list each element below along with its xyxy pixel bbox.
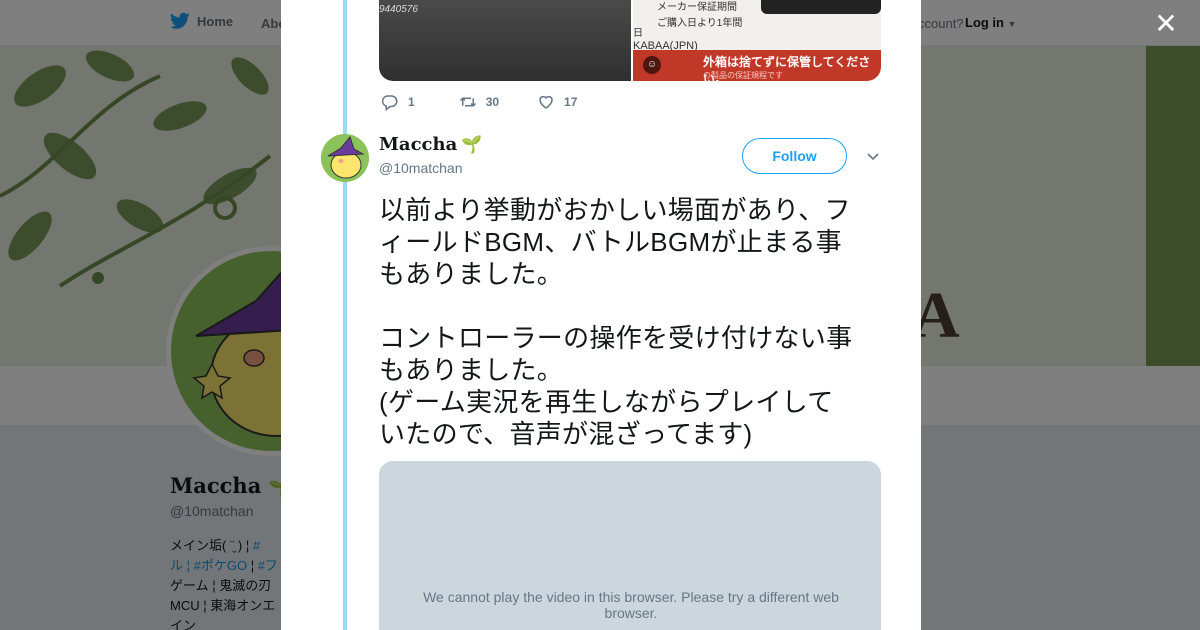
like-button[interactable]: 17 <box>537 93 577 111</box>
photo-caption: 9440576 <box>379 4 418 15</box>
video-player[interactable]: We cannot play the video in this browser… <box>379 461 881 630</box>
tweet-text-line: (ゲーム実況を再生しながらプレイして <box>379 387 834 417</box>
like-count: 17 <box>564 95 578 109</box>
heart-icon <box>539 95 553 109</box>
tweet-text-line: 以前より挙動がおかしい場面があり、フ <box>379 195 851 225</box>
photo-device-edge <box>761 0 881 14</box>
photo-small-text: の製品の保証規程です <box>703 71 783 80</box>
tweet-text-line: いたので、音声が混ざってます) <box>379 419 753 449</box>
video-error-message: We cannot play the video in this browser… <box>423 589 839 621</box>
photo-text: メーカー保証期間 <box>657 2 737 13</box>
retweet-count: 30 <box>485 95 500 109</box>
tweet-author-avatar[interactable] <box>321 134 369 182</box>
follow-button[interactable]: Follow <box>742 138 847 174</box>
reply-icon <box>381 95 398 111</box>
thread-connector-line <box>343 0 347 630</box>
media-photo-left[interactable]: 9440576 <box>379 0 631 81</box>
reply-count: 1 <box>408 95 415 109</box>
tweet-text-line: ィールドBGM、バトルBGMが止まる事 <box>379 227 842 257</box>
sprout-icon: 🌱 <box>461 134 483 155</box>
close-icon: ✕ <box>1154 8 1178 39</box>
tweet-modal: 9440576 メーカー保証期間 ご購入日より1年間 日 KABAA(JPN) … <box>281 0 921 630</box>
tweet-text: 以前より挙動がおかしい場面があり、フ ィールドBGM、バトルBGMが止まる事 も… <box>379 194 889 450</box>
photo-text: ご購入日より1年間 <box>657 18 743 29</box>
smiley-icon: ☺ <box>643 56 661 74</box>
photo-red-band: 外箱は捨てずに保管してください。 の製品の保証規程です <box>633 50 881 81</box>
tweet-author-name[interactable]: Maccha 🌱 <box>379 134 482 155</box>
photo-text: 日 <box>633 28 643 39</box>
tweet-text-line: コントローラーの操作を受け付けない事 <box>379 323 853 353</box>
chevron-down-icon[interactable] <box>865 148 881 164</box>
reply-button[interactable]: 1 <box>381 93 415 111</box>
media-photo-right[interactable]: メーカー保証期間 ご購入日より1年間 日 KABAA(JPN) 外箱は捨てずに保… <box>633 0 881 81</box>
retweet-button[interactable]: 30 <box>459 93 499 111</box>
tweet-author-handle[interactable]: @10matchan <box>379 160 462 176</box>
chick-witch-avatar-image <box>321 134 369 182</box>
retweet-icon <box>459 97 476 107</box>
previous-tweet-media[interactable]: 9440576 メーカー保証期間 ご購入日より1年間 日 KABAA(JPN) … <box>379 0 881 81</box>
close-button[interactable]: ✕ <box>1150 8 1182 40</box>
tweet-text-line: もありました。 <box>379 355 564 385</box>
tweet-text-line: もありました。 <box>379 259 564 289</box>
previous-tweet-actions: 1 30 17 <box>381 92 601 112</box>
author-name-text: Maccha <box>379 134 458 155</box>
